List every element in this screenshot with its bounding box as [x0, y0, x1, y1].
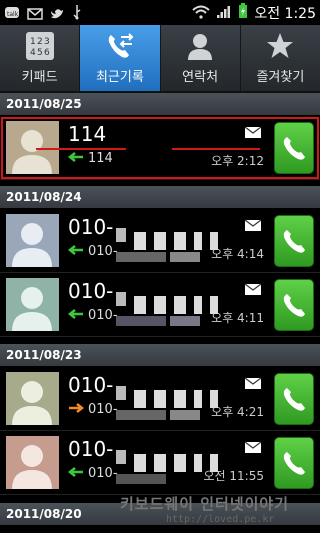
phone-icon [283, 137, 305, 160]
avatar [6, 214, 59, 267]
contact-name: 010- [68, 437, 114, 461]
phone-icon [283, 294, 305, 317]
date-header: 2011/08/25 [0, 93, 320, 115]
svg-text:3: 3 [44, 37, 50, 47]
date-header: 2011/08/24 [0, 186, 320, 208]
battery-charging-icon [238, 3, 248, 23]
date-header: 2011/08/23 [0, 344, 320, 366]
call-time: 오후 4:14 [211, 247, 264, 261]
tab-label: 연락처 [182, 70, 219, 85]
tab-call-log[interactable]: 최근기록 [80, 25, 161, 91]
message-icon[interactable] [244, 439, 262, 453]
phone-icon [283, 388, 305, 411]
tab-favorites[interactable]: 즐겨찾기 [241, 25, 320, 91]
tab-keypad[interactable]: 1 2 3 4 5 6 키패드 [0, 25, 81, 91]
call-time: 오후 2:12 [211, 154, 264, 168]
call-button[interactable] [274, 373, 314, 425]
tab-label: 최근기록 [95, 70, 144, 85]
wifi-icon [192, 4, 211, 23]
call-button[interactable] [274, 215, 314, 267]
status-time: 오전 1:25 [254, 6, 316, 22]
call-log-row[interactable]: 114 114 오후 2:12 [0, 116, 320, 180]
annotation-arrow-right [172, 148, 260, 150]
contact-name: 114 [68, 122, 107, 146]
svg-text:5: 5 [37, 48, 43, 58]
message-icon[interactable] [244, 217, 262, 231]
svg-text:1: 1 [30, 37, 36, 47]
phone-number: 114 [88, 151, 113, 166]
contact-icon [185, 31, 215, 61]
message-icon[interactable] [244, 375, 262, 389]
svg-text:talk: talk [7, 11, 19, 18]
call-subline: 010- [67, 308, 118, 323]
phone-icon [283, 230, 305, 253]
incoming-call-arrow-icon [67, 466, 84, 481]
incoming-call-arrow-icon [67, 308, 84, 323]
message-icon[interactable] [244, 281, 262, 295]
avatar [6, 278, 59, 331]
tab-contacts[interactable]: 연락처 [161, 25, 241, 91]
phone-icon [283, 452, 305, 475]
svg-text:2: 2 [37, 37, 43, 47]
tab-label: 즐겨찾기 [256, 70, 305, 85]
phone-number: 010- [88, 244, 118, 259]
annotation-arrow-left [36, 148, 126, 150]
mail-notification-icon [27, 5, 43, 24]
watermark: 키보드웨이 인터넷이야기 [120, 495, 290, 513]
call-subline: 114 [67, 151, 113, 166]
phone-number: 010- [88, 466, 118, 481]
phone-number: 010- [88, 308, 118, 323]
avatar [6, 372, 59, 425]
talk-notification-icon: talk [4, 5, 20, 24]
call-button[interactable] [274, 437, 314, 489]
avatar [6, 436, 59, 489]
watermark-url: http://loved.pe.kr [166, 514, 275, 525]
usb-icon [71, 4, 83, 24]
message-icon[interactable] [244, 124, 262, 138]
svg-text:4: 4 [30, 48, 36, 58]
tab-label: 키패드 [21, 70, 58, 85]
incoming-call-arrow-icon [67, 244, 84, 259]
call-subline: 010- [67, 244, 118, 259]
twitter-notification-icon [50, 5, 64, 24]
call-button[interactable] [274, 279, 314, 331]
incoming-call-arrow-icon [67, 151, 84, 166]
keypad-icon: 1 2 3 4 5 6 [25, 31, 55, 61]
phone-number: 010- [88, 402, 118, 417]
call-time: 오후 4:11 [211, 311, 264, 325]
call-button[interactable] [274, 122, 314, 174]
call-log-icon [105, 31, 135, 61]
outgoing-call-arrow-icon [68, 402, 85, 417]
tab-bar: 1 2 3 4 5 6 키패드 최근기록 연락처 즐겨찾기 [0, 25, 320, 93]
contact-name: 010- [68, 373, 114, 397]
call-subline: 010- [67, 466, 118, 481]
contact-name: 010- [68, 279, 114, 303]
call-subline: 010- [68, 402, 118, 417]
star-icon [265, 31, 295, 61]
signal-icon [216, 4, 232, 23]
call-time: 오후 4:21 [211, 405, 264, 419]
svg-text:6: 6 [44, 48, 50, 58]
status-bar: talk 오전 1:25 [0, 0, 320, 25]
contact-name: 010- [68, 215, 114, 239]
